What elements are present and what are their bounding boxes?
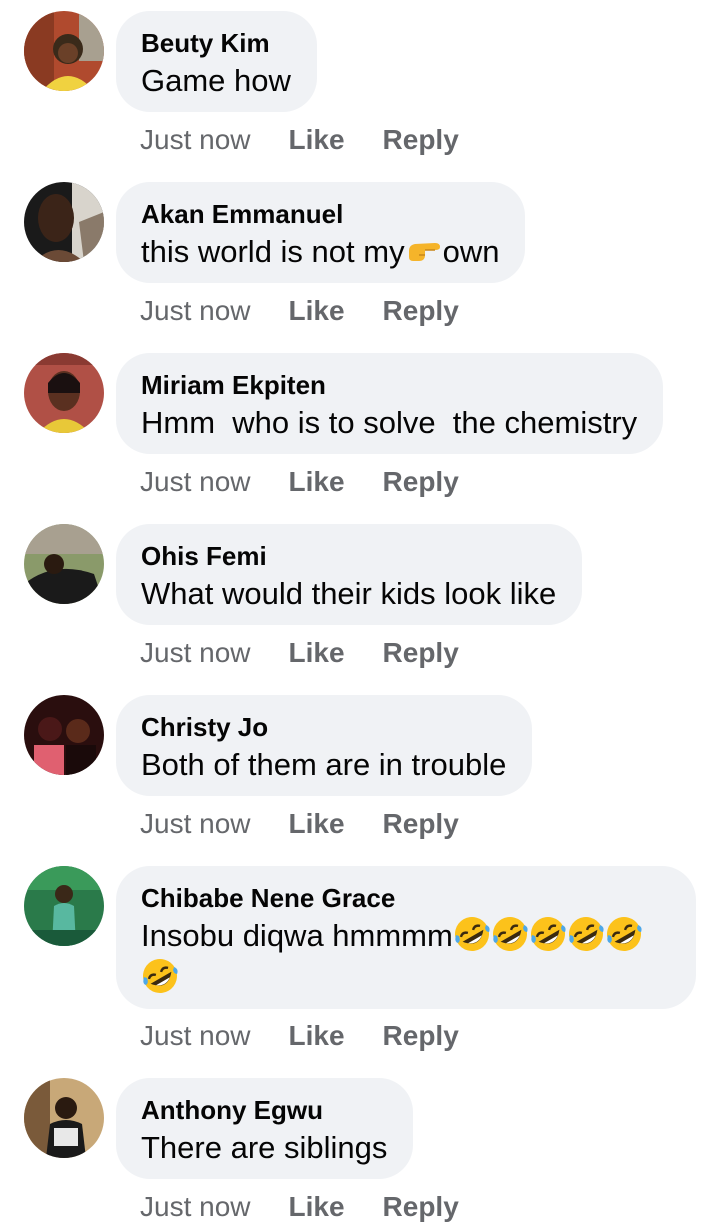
comment-bubble: Miriam Ekpiten Hmm who is to solve the c… [116, 353, 664, 454]
comment-timestamp[interactable]: Just now [140, 1190, 251, 1222]
rolling-on-the-floor-laughing-icon [141, 957, 179, 995]
comment-author[interactable]: Miriam Ekpiten [141, 368, 637, 402]
comment-bubble: Anthony Egwu There are siblings [116, 1078, 414, 1179]
comment-timestamp[interactable]: Just now [140, 465, 251, 499]
like-button[interactable]: Like [289, 294, 345, 328]
comment-bubble: Christy Jo Both of them are in trouble [116, 695, 533, 796]
avatar[interactable] [24, 182, 104, 262]
comment-actions: Just now Like Reply [140, 1019, 459, 1053]
rolling-on-the-floor-laughing-icon [453, 915, 491, 953]
comment-bubble: Beuty Kim Game how [116, 11, 317, 112]
comment-actions: Just now Like Reply [140, 636, 459, 670]
reply-button[interactable]: Reply [383, 1019, 459, 1053]
comment-timestamp[interactable]: Just now [140, 294, 251, 328]
comment-text: Insobu diqwa hmmmm [141, 915, 670, 999]
comment-author[interactable]: Akan Emmanuel [141, 197, 499, 231]
comment-text-part: this world is not my [141, 234, 405, 269]
like-button[interactable]: Like [289, 123, 345, 157]
comment-bubble: Akan Emmanuel this world is not my own [116, 182, 526, 283]
comment-timestamp[interactable]: Just now [140, 636, 251, 670]
comment-text: Both of them are in trouble [141, 747, 507, 782]
avatar[interactable] [24, 353, 104, 433]
comment-text-part: Insobu diqwa hmmmm [141, 918, 453, 953]
comment-actions: Just now Like Reply [140, 123, 459, 157]
like-button[interactable]: Like [289, 1190, 345, 1222]
comment-text: Hmm who is to solve the chemistry [141, 405, 638, 440]
comment-author[interactable]: Christy Jo [141, 710, 506, 744]
avatar[interactable] [24, 11, 104, 91]
reply-button[interactable]: Reply [383, 123, 459, 157]
comment-bubble: Ohis Femi What would their kids look lik… [116, 524, 583, 625]
comment-actions: Just now Like Reply [140, 294, 459, 328]
comment-author[interactable]: Anthony Egwu [141, 1093, 387, 1127]
avatar[interactable] [24, 1078, 104, 1158]
comment-actions: Just now Like Reply [140, 807, 459, 841]
reply-button[interactable]: Reply [383, 465, 459, 499]
comment-text: Game how [141, 63, 291, 98]
comment-list: Beuty Kim Game how Just now Like Reply Aka… [0, 0, 720, 1222]
comment-author[interactable]: Ohis Femi [141, 539, 556, 573]
like-button[interactable]: Like [289, 807, 345, 841]
rolling-on-the-floor-laughing-icon [529, 915, 567, 953]
comment-actions: Just now Like Reply [140, 465, 459, 499]
comment-timestamp[interactable]: Just now [140, 123, 251, 157]
comment-text: What would their kids look like [141, 576, 557, 611]
reply-button[interactable]: Reply [383, 294, 459, 328]
reply-button[interactable]: Reply [383, 807, 459, 841]
avatar[interactable] [24, 695, 104, 775]
comment-bubble: Chibabe Nene Grace Insobu diqwa hmmmm [116, 866, 696, 1009]
comment-text: There are siblings [141, 1130, 388, 1165]
comment-timestamp[interactable]: Just now [140, 1019, 251, 1053]
reply-button[interactable]: Reply [383, 636, 459, 670]
rolling-on-the-floor-laughing-icon [567, 915, 605, 953]
like-button[interactable]: Like [289, 636, 345, 670]
reply-button[interactable]: Reply [383, 1190, 459, 1222]
like-button[interactable]: Like [289, 465, 345, 499]
backhand-index-pointing-right-icon [405, 231, 443, 269]
comment-author[interactable]: Chibabe Nene Grace [141, 881, 670, 915]
comment-actions: Just now Like Reply [140, 1190, 459, 1222]
rolling-on-the-floor-laughing-icon [605, 915, 643, 953]
avatar[interactable] [24, 524, 104, 604]
avatar[interactable] [24, 866, 104, 946]
rolling-on-the-floor-laughing-icon [491, 915, 529, 953]
comment-author[interactable]: Beuty Kim [141, 26, 291, 60]
comment-timestamp[interactable]: Just now [140, 807, 251, 841]
comment-text: this world is not my own [141, 231, 499, 273]
like-button[interactable]: Like [289, 1019, 345, 1053]
comment-text-part: own [442, 234, 500, 269]
